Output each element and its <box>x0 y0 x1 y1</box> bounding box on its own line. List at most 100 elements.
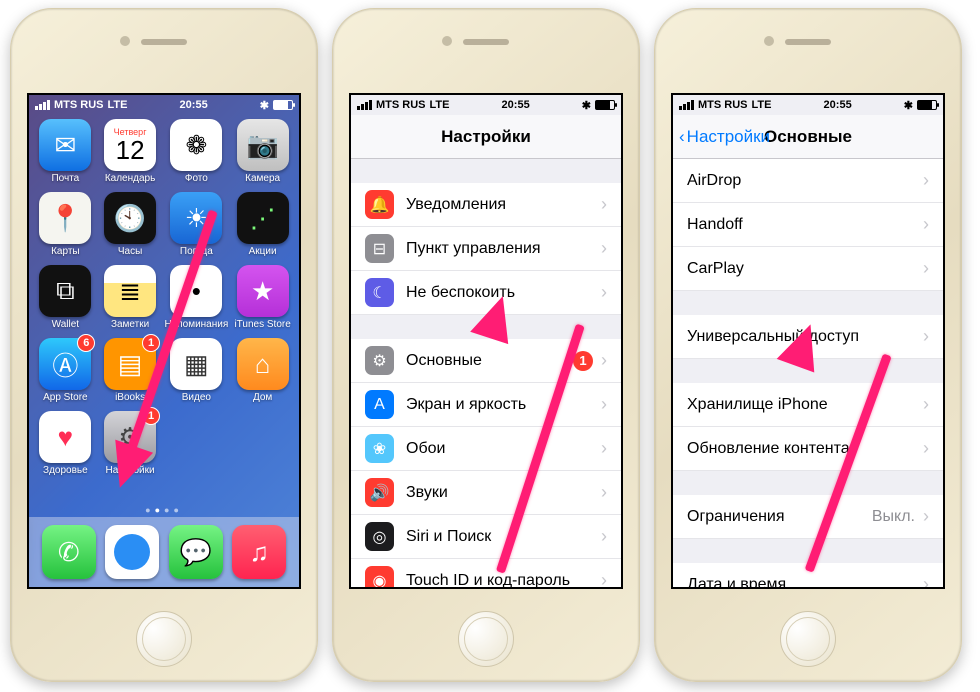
row-label: Пункт управления <box>406 240 541 258</box>
app-video[interactable]: ▦Видео <box>164 338 228 403</box>
row-icon: 🔊 <box>365 478 394 507</box>
dock: ✆ 💬 ♫ <box>29 517 299 587</box>
chevron-right-icon: › <box>923 506 929 527</box>
app-cal[interactable]: Четверг12Календарь <box>100 119 161 184</box>
badge: 1 <box>142 334 160 352</box>
safari-app[interactable] <box>105 525 159 579</box>
settings-row[interactable]: 🔊 Звуки › <box>351 471 621 515</box>
music-app[interactable]: ♫ <box>232 525 286 579</box>
settings-row[interactable]: Обновление контента› <box>673 427 943 471</box>
settings-icon: ⚙1 <box>104 411 156 463</box>
back-button[interactable]: ‹ Настройки <box>679 127 770 147</box>
app-label: Камера <box>232 173 293 184</box>
app-clock[interactable]: 🕙Часы <box>100 192 161 257</box>
row-label: Не беспокоить <box>406 284 515 302</box>
back-label: Настройки <box>687 127 770 147</box>
chevron-left-icon: ‹ <box>679 127 685 147</box>
app-mail[interactable]: ✉ Почта <box>35 119 96 184</box>
chevron-right-icon: › <box>923 214 929 235</box>
signal-icon <box>35 100 50 110</box>
app-label: Wallet <box>35 319 96 330</box>
app-label: iTunes Store <box>232 319 293 330</box>
settings-row[interactable]: CarPlay› <box>673 247 943 291</box>
row-label: Хранилище iPhone <box>687 396 828 414</box>
app-weather[interactable]: ☀Погода <box>164 192 228 257</box>
app-label: Акции <box>232 246 293 257</box>
app-camera[interactable]: 📷Камера <box>232 119 293 184</box>
mail-icon: ✉ <box>39 119 91 171</box>
settings-row[interactable]: Универсальный доступ› <box>673 315 943 359</box>
app-wallet[interactable]: ⧉Wallet <box>35 265 96 330</box>
settings-row[interactable]: ❀Обои› <box>351 427 621 471</box>
app-maps[interactable]: 📍Карты <box>35 192 96 257</box>
badge: 1 <box>142 407 160 425</box>
carrier: MTS RUS <box>54 99 104 111</box>
settings-row[interactable]: ◉Touch ID и код-пароль› <box>351 559 621 589</box>
row-label: Основные <box>406 352 482 370</box>
app-label: Заметки <box>100 319 161 330</box>
app-ibooks[interactable]: ▤1 iBooks <box>100 338 161 403</box>
app-notes[interactable]: ≣Заметки <box>100 265 161 330</box>
app-photos[interactable]: ❁Фото <box>164 119 228 184</box>
row-label: AirDrop <box>687 172 741 190</box>
app-label: iBooks <box>100 392 161 403</box>
app-label: Настройки <box>100 465 161 476</box>
home-button[interactable] <box>780 611 836 667</box>
row-label: Уведомления <box>406 196 506 214</box>
app-label: Фото <box>164 173 228 184</box>
messages-app[interactable]: 💬 <box>169 525 223 579</box>
status-bar: MTS RUS LTE 20:55 ✱ <box>673 95 943 115</box>
chevron-right-icon: › <box>601 482 607 503</box>
settings-row[interactable]: ◎Siri и Поиск› <box>351 515 621 559</box>
app-settings[interactable]: ⚙1 Настройки <box>100 411 161 476</box>
app-reminders[interactable]: • Напоминания <box>164 265 228 330</box>
app-home[interactable]: ⌂Дом <box>232 338 293 403</box>
row-icon: ◉ <box>365 566 394 589</box>
chevron-right-icon: › <box>601 194 607 215</box>
row-icon: ❀ <box>365 434 394 463</box>
chevron-right-icon: › <box>923 438 929 459</box>
settings-row[interactable]: 🔔 Уведомления › <box>351 183 621 227</box>
battery-icon <box>917 100 937 110</box>
settings-row[interactable]: ☾Не беспокоить› <box>351 271 621 315</box>
settings-row[interactable]: ОграниченияВыкл.› <box>673 495 943 539</box>
settings-row[interactable]: AЭкран и яркость› <box>351 383 621 427</box>
settings-row[interactable]: AirDrop› <box>673 159 943 203</box>
settings-row[interactable]: ⚙Основные1› <box>351 339 621 383</box>
page-dots[interactable]: ●●●● <box>29 505 299 515</box>
row-label: Обои <box>406 440 445 458</box>
app-health[interactable]: ♥Здоровье <box>35 411 96 476</box>
front-camera <box>764 36 774 46</box>
reminders-icon: • <box>170 265 222 317</box>
row-icon: 🔔 <box>365 190 394 219</box>
settings-row[interactable]: Хранилище iPhone › <box>673 383 943 427</box>
net-label: LTE <box>752 99 772 111</box>
clock-label: 20:55 <box>824 99 852 111</box>
cal-icon: Четверг12 <box>104 119 156 171</box>
chevron-right-icon: › <box>923 394 929 415</box>
settings-row[interactable]: Дата и время› <box>673 563 943 589</box>
settings-row[interactable]: ⊟Пункт управления› <box>351 227 621 271</box>
video-icon: ▦ <box>170 338 222 390</box>
speaker <box>463 39 509 45</box>
row-label: Звуки <box>406 484 448 502</box>
phone-app[interactable]: ✆ <box>42 525 96 579</box>
row-icon: ☾ <box>365 278 394 307</box>
app-itunes[interactable]: ★ iTunes Store <box>232 265 293 330</box>
clock-label: 20:55 <box>180 99 208 111</box>
app-stocks[interactable]: ⋰Акции <box>232 192 293 257</box>
app-label: Дом <box>232 392 293 403</box>
appstore-icon: Ⓐ6 <box>39 338 91 390</box>
badge: 1 <box>573 351 593 371</box>
home-button[interactable] <box>458 611 514 667</box>
front-camera <box>120 36 130 46</box>
ibooks-icon: ▤1 <box>104 338 156 390</box>
app-label: Напоминания <box>164 319 228 330</box>
app-appstore[interactable]: Ⓐ6App Store <box>35 338 96 403</box>
home-button[interactable] <box>136 611 192 667</box>
itunes-icon: ★ <box>237 265 289 317</box>
battery-icon <box>595 100 615 110</box>
app-label: Почта <box>35 173 96 184</box>
settings-row[interactable]: Handoff› <box>673 203 943 247</box>
bluetooth-icon: ✱ <box>904 99 913 112</box>
